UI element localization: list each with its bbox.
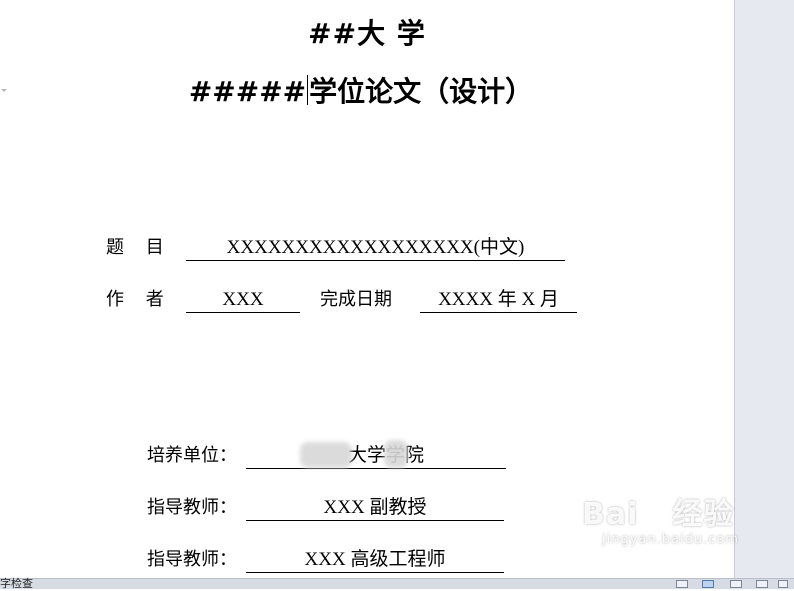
- topic-label: 题 目: [106, 237, 172, 258]
- watermark-site: jingyan.baidu.com: [602, 532, 739, 547]
- topic-field[interactable]: XXXXXXXXXXXXXXXXXX(中文): [186, 236, 565, 261]
- unit-label: 培养单位：: [147, 445, 237, 466]
- thesis-title-rest: 学位论文（设计）: [309, 75, 534, 108]
- thesis-title: ##### 学位论文（设计）: [0, 72, 722, 112]
- watermark-brand-cn: 经验: [672, 497, 735, 532]
- advisor1-label: 指导教师：: [147, 497, 237, 518]
- redacted-blur: [384, 440, 408, 468]
- thesis-title-prefix: #####: [188, 75, 307, 108]
- watermark-brand: Bai: [582, 497, 639, 532]
- paw-icon: [640, 498, 671, 528]
- author-label: 作 者: [106, 289, 172, 310]
- status-bar: 字检查: [0, 575, 794, 591]
- author-field[interactable]: XXX: [186, 288, 300, 313]
- advisor2-field[interactable]: XXX 高级工程师: [246, 548, 504, 573]
- advisor2-label: 指导教师：: [147, 549, 237, 570]
- advisor1-field[interactable]: XXX 副教授: [246, 496, 504, 521]
- university-title: ##大 学: [308, 17, 426, 50]
- full-screen-view-button[interactable]: [676, 580, 688, 588]
- window-gutter: [734, 0, 794, 578]
- web-layout-view-button[interactable]: [730, 580, 742, 588]
- date-label: 完成日期: [320, 289, 392, 310]
- redacted-blur: [300, 442, 352, 468]
- draft-view-button[interactable]: [778, 580, 788, 588]
- outline-view-button[interactable]: [756, 580, 768, 588]
- baidu-watermark: Bai 经验 jingyan.baidu.com: [582, 498, 782, 568]
- document-page[interactable]: ##大 学 ##### 学位论文（设计） 题 目 XXXXXXXXXXXXXXXX…: [0, 0, 734, 578]
- print-layout-view-button[interactable]: [702, 580, 714, 588]
- status-text[interactable]: 字检查: [0, 575, 33, 591]
- unit-field[interactable]: 大学学院: [246, 444, 506, 469]
- text-cursor: [307, 75, 309, 105]
- date-field[interactable]: XXXX 年 X 月: [420, 288, 577, 313]
